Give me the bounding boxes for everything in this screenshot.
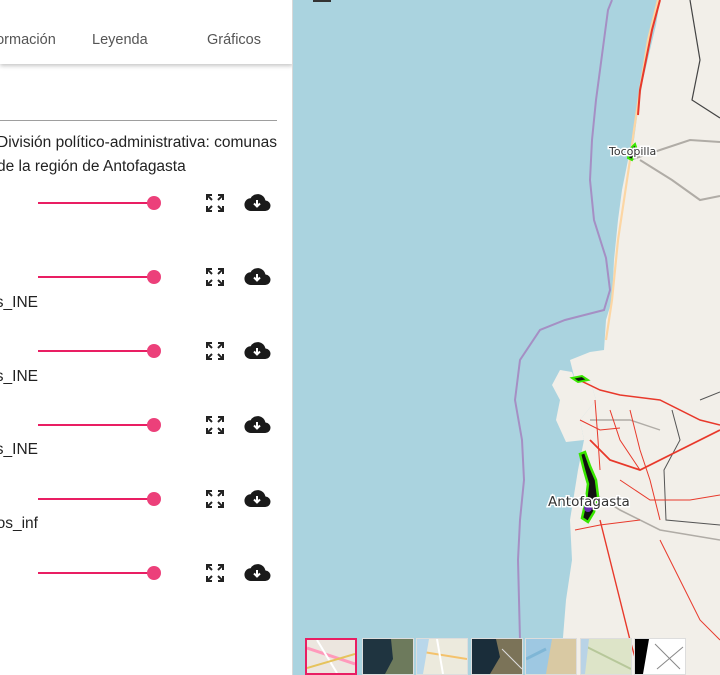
layer-label: Manzanas_INE [0, 294, 38, 311]
cloud-download-icon[interactable] [243, 413, 271, 437]
basemap-osm[interactable] [305, 638, 357, 675]
slider-thumb[interactable] [146, 418, 161, 432]
zoom-extent-icon[interactable] [203, 339, 227, 363]
zoom-extent-icon[interactable] [203, 191, 227, 215]
divider [0, 120, 277, 121]
zoom-extent-icon[interactable] [203, 413, 227, 437]
layer-label: Distritos_INE [0, 368, 38, 385]
opacity-slider[interactable] [38, 565, 161, 581]
cloud-download-icon[interactable] [243, 487, 271, 511]
side-panel: Información Leyenda Gráficos División po… [0, 0, 293, 675]
slider-thumb[interactable] [146, 566, 161, 580]
basemap-imagery[interactable] [362, 638, 414, 675]
antofagasta-label: Antofagasta [548, 494, 630, 510]
tab-informacion[interactable]: Información [0, 32, 56, 48]
opacity-slider[interactable] [38, 417, 161, 433]
basemap-streets[interactable] [416, 638, 468, 675]
zoom-extent-icon[interactable] [203, 561, 227, 585]
cloud-download-icon[interactable] [243, 561, 271, 585]
opacity-slider[interactable] [38, 195, 161, 211]
opacity-slider[interactable] [38, 343, 161, 359]
layer-group-title: División político-administrativa: comuna… [0, 134, 277, 175]
basemap-topo-imagery[interactable] [471, 638, 523, 675]
cloud-download-icon[interactable] [243, 191, 271, 215]
opacity-slider[interactable] [38, 491, 161, 507]
slider-track [38, 350, 154, 352]
basemap-ocean[interactable] [525, 638, 577, 675]
tab-graficos[interactable]: Gráficos [207, 32, 261, 48]
layer-label: Localidades_INE [0, 441, 38, 458]
zoom-extent-icon[interactable] [203, 265, 227, 289]
zoom-extent-icon[interactable] [203, 487, 227, 511]
slider-thumb[interactable] [146, 196, 161, 210]
cloud-download-icon[interactable] [243, 339, 271, 363]
slider-thumb[interactable] [146, 344, 161, 358]
slider-track [38, 572, 154, 574]
tocopilla-label: Tocopilla [608, 145, 656, 158]
tab-leyenda[interactable]: Leyenda [92, 32, 148, 48]
slider-track [38, 498, 154, 500]
slider-track [38, 202, 154, 204]
tab-bar: Información Leyenda Gráficos [0, 0, 292, 64]
slider-track [38, 276, 154, 278]
slider-thumb[interactable] [146, 492, 161, 506]
basemap-topographic[interactable] [580, 638, 632, 675]
layer-label: Asentamientos_inf [0, 515, 38, 532]
basemap-toner[interactable] [634, 638, 686, 675]
slider-track [38, 424, 154, 426]
menu-icon [313, 0, 331, 2]
cloud-download-icon[interactable] [243, 265, 271, 289]
opacity-slider[interactable] [38, 269, 161, 285]
slider-thumb[interactable] [146, 270, 161, 284]
